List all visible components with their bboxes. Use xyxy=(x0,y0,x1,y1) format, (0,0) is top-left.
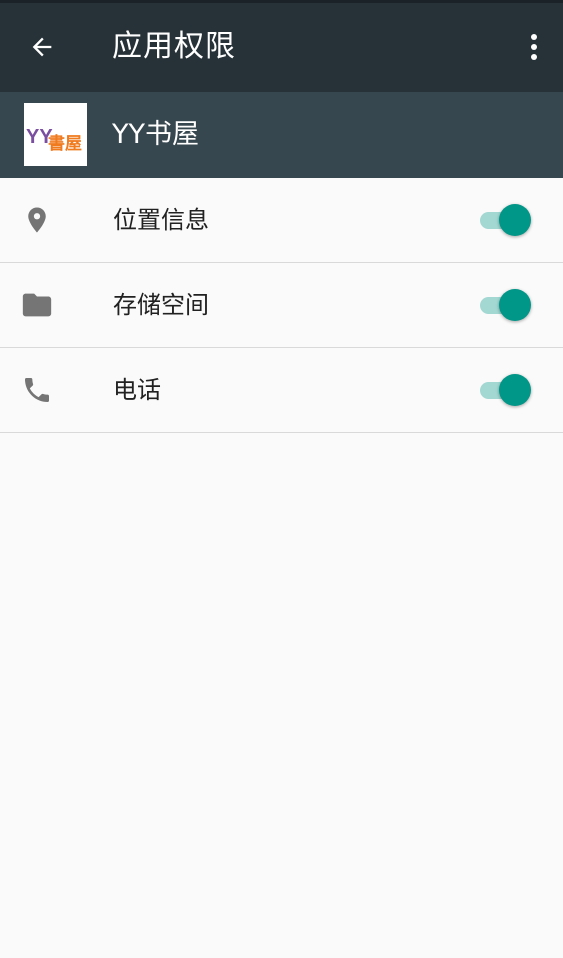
folder-icon xyxy=(18,286,56,324)
permission-label: 存储空间 xyxy=(113,291,209,319)
app-name: YY书屋 xyxy=(112,119,199,150)
storage-toggle[interactable] xyxy=(480,288,532,322)
page-title: 应用权限 xyxy=(112,29,236,64)
toggle-thumb xyxy=(499,289,531,321)
permission-row-phone[interactable]: 电话 xyxy=(0,348,563,433)
arrow-back-icon xyxy=(28,33,56,65)
permission-label: 位置信息 xyxy=(113,206,209,234)
toggle-thumb xyxy=(499,374,531,406)
more-options-button[interactable] xyxy=(519,29,549,69)
location-toggle[interactable] xyxy=(480,203,532,237)
app-icon: YY 書屋 xyxy=(24,103,87,166)
svg-text:書屋: 書屋 xyxy=(48,133,82,154)
app-bar: 应用权限 xyxy=(0,0,563,92)
back-button[interactable] xyxy=(18,29,66,69)
more-vert-icon xyxy=(530,33,538,65)
permission-row-location[interactable]: 位置信息 xyxy=(0,178,563,263)
toggle-thumb xyxy=(499,204,531,236)
phone-icon xyxy=(18,371,56,409)
app-header: YY 書屋 YY书屋 xyxy=(0,92,563,178)
phone-toggle[interactable] xyxy=(480,373,532,407)
permission-label: 电话 xyxy=(113,376,161,404)
permission-list: 位置信息 存储空间 电话 xyxy=(0,178,563,433)
location-pin-icon xyxy=(18,201,56,239)
permission-row-storage[interactable]: 存储空间 xyxy=(0,263,563,348)
